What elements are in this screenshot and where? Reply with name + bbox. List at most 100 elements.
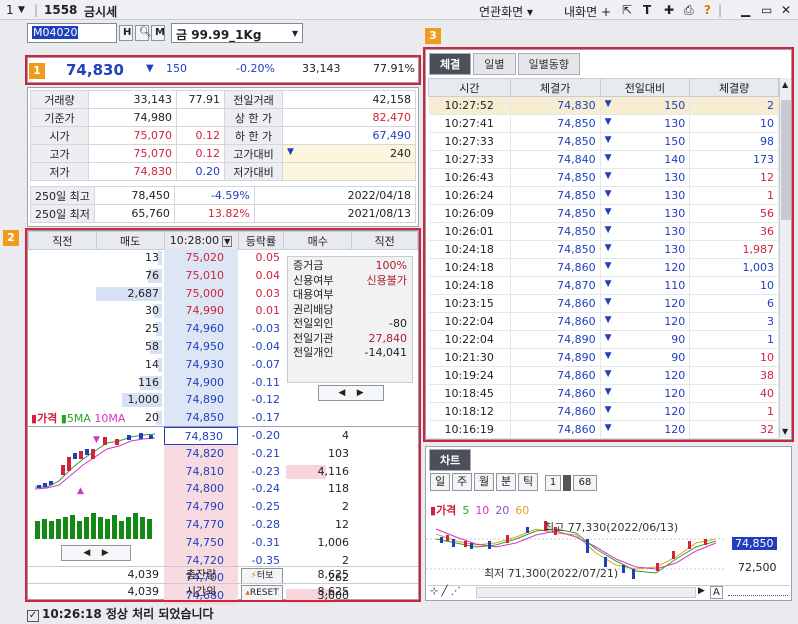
quote-label: 기준가 — [30, 108, 89, 127]
period-button[interactable]: 분 — [496, 473, 516, 491]
orderbook-header-cell[interactable]: 10:28:00 ▼ — [163, 231, 239, 250]
tick-row[interactable]: 10:24:18 74,850 ▼ 130 1,987 — [428, 240, 779, 259]
orderbook-header-cell: 직전 — [351, 231, 418, 250]
ask-volume: 76 — [96, 267, 162, 285]
period-button[interactable]: 월 — [474, 473, 494, 491]
tick-row[interactable]: 10:26:09 74,850 ▼ 130 56 — [428, 204, 779, 223]
info-nav-buttons[interactable]: ◀ ▶ — [318, 385, 384, 401]
period-count[interactable]: 1 — [545, 475, 561, 491]
bid-price[interactable]: 74,830 — [164, 427, 238, 445]
turbo-button[interactable]: ⚡터보 — [241, 568, 283, 584]
filter-icon[interactable]: ▼ — [222, 236, 233, 247]
chart-panel: 차트 일주월분틱 1 68 ▮가격 5 10 20 60 최고 77,330(2022/… — [425, 446, 792, 601]
bid-price[interactable]: 74,790 — [164, 498, 238, 516]
tick-price: 74,850 — [510, 204, 601, 223]
ask-price[interactable]: 74,900 — [164, 373, 238, 392]
my-screen-button[interactable]: 내화면 + — [564, 3, 611, 20]
text-icon[interactable]: T — [643, 3, 651, 17]
tick-time: 10:18:45 — [428, 384, 511, 403]
period-button[interactable]: 주 — [452, 473, 472, 491]
bid-price[interactable]: 74,800 — [164, 480, 238, 499]
tick-row[interactable]: 10:18:45 74,860 ▼ 120 40 — [428, 384, 779, 403]
range-row: 250일 최고 78,450 -4.59% 2022/04/18 — [30, 186, 417, 205]
tick-row[interactable]: 10:26:01 74,850 ▼ 130 36 — [428, 222, 779, 241]
auto-scale-button[interactable]: A — [710, 586, 723, 599]
ask-price[interactable]: 75,020 — [164, 249, 238, 267]
m-button[interactable]: M — [151, 25, 165, 41]
tick-row[interactable]: 10:27:33 74,840 ▼ 140 173 — [428, 150, 779, 169]
ask-price[interactable]: 74,950 — [164, 338, 238, 356]
tick-row[interactable]: 10:22:04 74,860 ▼ 120 3 — [428, 312, 779, 331]
help-icon[interactable]: ? — [704, 3, 711, 17]
screen-code: 1558 — [44, 3, 78, 17]
ask-price[interactable]: 74,890 — [164, 391, 238, 410]
menu-dropdown-icon[interactable]: ▼ — [18, 5, 25, 15]
period-button[interactable]: 일 — [430, 473, 450, 491]
close-icon[interactable]: ✕ — [781, 3, 791, 17]
tick-row[interactable]: 10:24:18 74,860 ▼ 120 1,003 — [428, 258, 779, 277]
tick-row[interactable]: 10:23:15 74,860 ▼ 120 6 — [428, 294, 779, 313]
tick-row[interactable]: 10:26:43 74,850 ▼ 130 12 — [428, 168, 779, 187]
tick-row[interactable]: 10:21:30 74,890 ▼ 90 10 — [428, 348, 779, 367]
ask-price[interactable]: 74,990 — [164, 302, 238, 321]
tick-change: ▼ 90 — [600, 348, 691, 367]
tab-daily-trend[interactable]: 일별동향 — [517, 53, 580, 75]
chart-scrollbar[interactable] — [476, 587, 696, 598]
scroll-right-icon[interactable]: ▶ — [698, 586, 705, 596]
ask-rate: -0.17 — [251, 411, 280, 425]
tick-row[interactable]: 10:27:52 74,830 ▼ 150 2 — [428, 96, 779, 115]
down-arrow-icon: ▼ — [604, 351, 612, 361]
tick-row[interactable]: 10:16:19 74,860 ▼ 120 32 — [428, 420, 779, 439]
tick-row[interactable]: 10:22:04 74,890 ▼ 90 1 — [428, 330, 779, 349]
tick-time: 10:24:18 — [428, 240, 511, 259]
plus-icon[interactable]: ✚ — [664, 3, 674, 17]
ask-price[interactable]: 75,010 — [164, 266, 238, 285]
bid-price[interactable]: 74,750 — [164, 533, 238, 552]
link-icon[interactable]: ⇱ — [622, 3, 632, 17]
product-select[interactable]: 금 99.99_1Kg ▾ — [171, 23, 303, 43]
scroll-down-icon: ▼ — [782, 427, 789, 436]
count-divider — [563, 475, 571, 491]
minimize-icon[interactable]: ▁ — [741, 3, 750, 17]
tick-row[interactable]: 10:19:24 74,860 ▼ 120 38 — [428, 366, 779, 385]
bid-price[interactable]: 74,770 — [164, 516, 238, 534]
tick-row[interactable]: 10:26:24 74,850 ▼ 130 1 — [428, 186, 779, 205]
tick-price: 74,890 — [510, 348, 601, 367]
tab-ticks[interactable]: 체결 — [429, 53, 472, 75]
tick-change: ▼ 150 — [600, 96, 691, 115]
tab-chart[interactable]: 차트 — [429, 449, 472, 471]
tick-row[interactable]: 10:27:33 74,850 ▼ 150 98 — [428, 132, 779, 151]
ask-price[interactable]: 74,930 — [164, 355, 238, 374]
h-button[interactable]: H — [119, 25, 133, 41]
code-input[interactable]: M04020 — [27, 23, 117, 43]
orderbook-header: 직전 매도 10:28:00 ▼ 등락률 매수 직전 — [28, 231, 418, 250]
tick-row[interactable]: 10:27:41 74,850 ▼ 130 10 — [428, 114, 779, 133]
ticks-scrollbar[interactable]: ▲ ▼ — [779, 78, 791, 438]
tab-daily[interactable]: 일별 — [473, 53, 516, 75]
maximize-icon[interactable]: ▭ — [761, 3, 772, 17]
tick-volume: 12 — [689, 168, 779, 187]
reset-button[interactable]: ▴RESET — [241, 585, 283, 601]
draw-tools-icon[interactable]: ⊹ ╱ ⋰ — [430, 586, 461, 597]
zoom-ruler[interactable] — [728, 590, 788, 596]
bid-price[interactable]: 74,820 — [164, 444, 238, 463]
related-screen-button[interactable]: 연관화면 ▾ — [479, 3, 533, 20]
print-icon[interactable]: ⎙ — [684, 3, 694, 18]
search-icon[interactable]: 🔍︎ — [135, 25, 152, 41]
ask-price[interactable]: 74,960 — [164, 320, 238, 338]
quote-value-2: 42,158 — [282, 90, 416, 109]
bid-price[interactable]: 74,810 — [164, 462, 238, 481]
bar-count-input[interactable]: 68 — [573, 475, 597, 491]
tick-price: 74,860 — [510, 402, 601, 421]
bid-volume: 12 — [335, 518, 349, 531]
ask-price[interactable]: 74,850 — [164, 409, 238, 427]
tick-row[interactable]: 10:18:12 74,860 ▼ 120 1 — [428, 402, 779, 421]
period-button[interactable]: 틱 — [518, 473, 538, 491]
tick-row[interactable]: 10:24:18 74,870 ▼ 110 10 — [428, 276, 779, 295]
mini-chart: ▮가격 ▮5MA 10MA ▼ ▲ ◀ ▶ — [31, 409, 161, 569]
menu-number[interactable]: 1 — [6, 3, 14, 17]
ask-price[interactable]: 75,000 — [164, 284, 238, 303]
quote-table: 거래량 33,143 77.91 전일거래 42,158 기준가 74,980 상 한 가 82… — [30, 90, 416, 181]
section-badge-1: 1 — [29, 63, 45, 79]
mini-chart-nav-buttons[interactable]: ◀ ▶ — [61, 545, 131, 561]
